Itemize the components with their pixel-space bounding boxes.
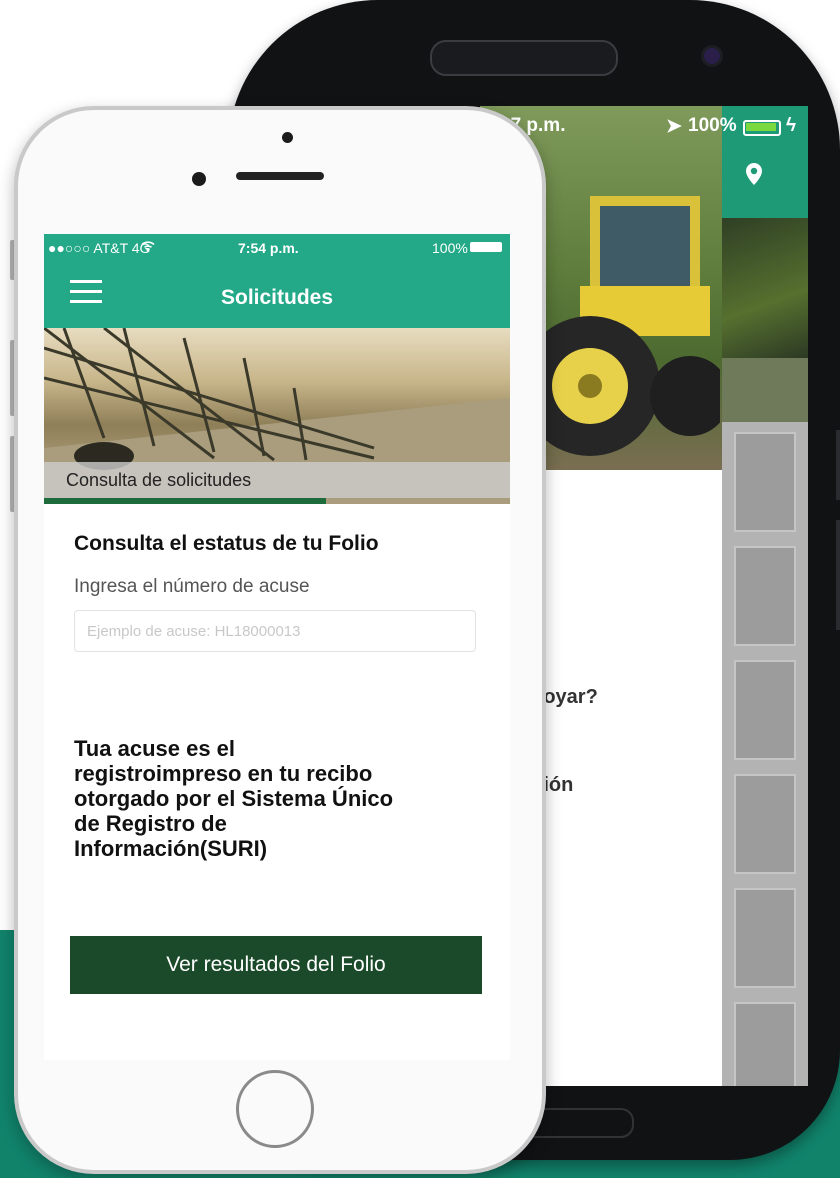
form-subheading: Ingresa el número de acuse (74, 576, 310, 597)
back-phone-speaker (430, 40, 618, 76)
front-phone-speaker (236, 172, 324, 180)
location-pin-icon[interactable] (742, 162, 766, 186)
nav-bar: Solicitudes (44, 260, 510, 328)
front-phone-camera (192, 172, 206, 186)
home-button[interactable] (236, 1070, 314, 1148)
info-note-line: registroimpreso en tu recibo (74, 761, 373, 786)
card-tile[interactable] (734, 546, 796, 646)
charging-bolt-icon: ϟ (786, 115, 797, 136)
front-phone-screen: ●●○○○ AT&T 4G 7:54 p.m. 100% Solicitudes (44, 234, 510, 1060)
irrigation-banner-image: Consulta de solicitudes (44, 328, 510, 504)
card-tile[interactable] (734, 1002, 796, 1086)
banner-underline (44, 498, 326, 504)
form-heading: Consulta el estatus de tu Folio (74, 532, 379, 555)
battery-icon (743, 120, 781, 136)
back-phone-side-button (836, 430, 840, 500)
card-tile[interactable] (734, 888, 796, 988)
info-note-line: otorgado por el Sistema Único (74, 786, 394, 811)
acuse-input[interactable] (74, 610, 476, 652)
wifi-icon (140, 239, 156, 256)
banner-label-text: Consulta de solicitudes (66, 470, 252, 490)
back-phone-side-button (836, 520, 840, 630)
status-bar: ●●○○○ AT&T 4G 7:54 p.m. 100% (44, 234, 510, 260)
card-list-panel (722, 422, 808, 1086)
page-title: Solicitudes (220, 286, 334, 309)
back-phone-camera (704, 48, 720, 64)
card-tile[interactable] (734, 660, 796, 760)
info-note-line: de Registro de (74, 811, 227, 836)
card-tile[interactable] (734, 432, 796, 532)
info-note-line: Tua acuse es el (74, 736, 236, 761)
banner-label: Consulta de solicitudes (44, 462, 510, 498)
battery-percent: 100% (688, 115, 737, 136)
location-arrow-icon: ➤ (666, 116, 682, 137)
carrier-label: ●●○○○ AT&T 4G (48, 240, 151, 256)
battery-percent: 100% (432, 240, 468, 256)
card-tile[interactable] (734, 774, 796, 874)
tractor-image (520, 196, 720, 456)
front-phone-sensor (282, 132, 293, 143)
battery-icon (470, 242, 502, 252)
foliage-image (722, 218, 808, 358)
status-time: 7:54 p.m. (238, 240, 299, 256)
info-note: Tua acuse es el registroimpreso en tu re… (74, 736, 494, 861)
info-note-line: Información(SURI) (74, 836, 268, 861)
camo-image (722, 358, 808, 422)
view-results-button[interactable]: Ver resultados del Folio (70, 936, 482, 994)
